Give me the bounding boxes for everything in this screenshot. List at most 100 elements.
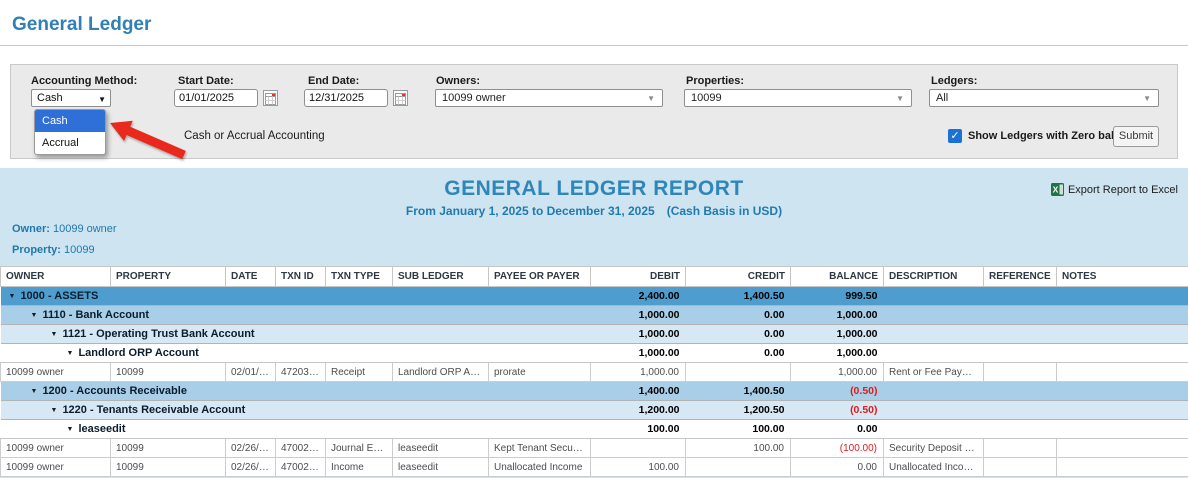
column-header-notes: NOTES bbox=[1057, 267, 1188, 287]
cell-txn_id: 47002285 bbox=[276, 458, 326, 477]
chevron-down-icon: ▼ bbox=[896, 91, 904, 107]
cell-balance: (100.00) bbox=[791, 439, 884, 458]
group-debit: 1,000.00 bbox=[591, 306, 686, 325]
group-trailing-cells bbox=[884, 287, 1188, 306]
properties-value: 10099 bbox=[691, 92, 722, 104]
property-value: 10099 bbox=[64, 244, 95, 256]
column-header-reference: REFERENCE bbox=[984, 267, 1057, 287]
group-trailing-cells bbox=[884, 420, 1188, 439]
report-basis: (Cash Basis in USD) bbox=[667, 204, 782, 218]
cell-notes bbox=[1057, 458, 1188, 477]
cell-credit bbox=[686, 363, 791, 382]
group-credit: 1,200.50 bbox=[686, 401, 791, 420]
submit-button[interactable]: Submit bbox=[1113, 126, 1159, 147]
cell-owner: 10099 owner bbox=[1, 363, 111, 382]
end-date-label: End Date: bbox=[308, 75, 359, 87]
group-label: 1110 - Bank Account bbox=[42, 309, 149, 321]
page-title: General Ledger bbox=[12, 14, 151, 36]
collapse-triangle-icon[interactable]: ▼ bbox=[31, 312, 38, 319]
group-debit: 1,000.00 bbox=[591, 325, 686, 344]
zero-balance-checkbox[interactable]: ✓ bbox=[948, 129, 962, 143]
end-date-calendar-icon[interactable] bbox=[393, 90, 408, 106]
detail-row: 10099 owner1009902/26/202547002285Income… bbox=[1, 458, 1188, 477]
ledgers-combobox[interactable]: All ▼ bbox=[929, 89, 1159, 107]
dropdown-option-accrual[interactable]: Accrual bbox=[35, 132, 105, 154]
collapse-triangle-icon[interactable]: ▼ bbox=[9, 293, 16, 300]
accounting-method-dropdown: Cash Accrual bbox=[34, 109, 106, 155]
cell-balance: 1,000.00 bbox=[791, 363, 884, 382]
cell-payee: Kept Tenant Security De… bbox=[489, 439, 591, 458]
group-balance: (0.50) bbox=[791, 382, 884, 401]
ledger-table: OWNERPROPERTYDATETXN IDTXN TYPESUB LEDGE… bbox=[0, 266, 1188, 477]
collapse-triangle-icon[interactable]: ▼ bbox=[31, 388, 38, 395]
cell-sub_ledger: leaseedit bbox=[393, 439, 489, 458]
group-balance: 1,000.00 bbox=[791, 344, 884, 363]
cell-description: Unallocated Income a… bbox=[884, 458, 984, 477]
cell-reference bbox=[984, 363, 1057, 382]
collapse-triangle-icon[interactable]: ▼ bbox=[51, 331, 58, 338]
collapse-triangle-icon[interactable]: ▼ bbox=[51, 407, 58, 414]
group-balance: 1,000.00 bbox=[791, 306, 884, 325]
chevron-down-icon: ▼ bbox=[647, 91, 655, 107]
accounting-method-select[interactable]: Cash ▼ bbox=[31, 89, 111, 107]
detail-row: 10099 owner1009902/26/202547002285Journa… bbox=[1, 439, 1188, 458]
column-header-credit: CREDIT bbox=[686, 267, 791, 287]
property-line: Property: 10099 bbox=[12, 244, 95, 256]
collapse-triangle-icon[interactable]: ▼ bbox=[67, 350, 74, 357]
group-balance: (0.50) bbox=[791, 401, 884, 420]
group-row: ▼Landlord ORP Account1,000.000.001,000.0… bbox=[1, 344, 1188, 363]
cell-reference bbox=[984, 458, 1057, 477]
group-row: ▼ 1110 - Bank Account 1,000.000.001,000.00 bbox=[1, 306, 1188, 325]
group-label: 1220 - Tenants Receivable Account bbox=[62, 404, 245, 416]
owner-label: Owner: bbox=[12, 223, 50, 235]
properties-combobox[interactable]: 10099 ▼ bbox=[684, 89, 912, 107]
detail-row: 10099 owner1009902/01/202547203646Receip… bbox=[1, 363, 1188, 382]
cell-debit: 1,000.00 bbox=[591, 363, 686, 382]
owner-line: Owner: 10099 owner bbox=[12, 223, 117, 235]
cell-description: Security Deposit Forf… bbox=[884, 439, 984, 458]
cell-credit bbox=[686, 458, 791, 477]
cell-debit bbox=[591, 439, 686, 458]
cell-debit: 100.00 bbox=[591, 458, 686, 477]
column-header-payee-or-payer: PAYEE OR PAYER bbox=[489, 267, 591, 287]
owner-value: 10099 owner bbox=[53, 223, 117, 235]
end-date-input[interactable] bbox=[304, 89, 388, 107]
column-header-description: DESCRIPTION bbox=[884, 267, 984, 287]
column-header-txn-type: TXN TYPE bbox=[326, 267, 393, 287]
owners-combobox[interactable]: 10099 owner ▼ bbox=[435, 89, 663, 107]
annotation-arrow-icon bbox=[106, 115, 188, 161]
group-row: ▼1200 - Accounts Receivable1,400.001,400… bbox=[1, 382, 1188, 401]
report-subtitle: From January 1, 2025 to December 31, 202… bbox=[0, 204, 1188, 218]
group-trailing-cells bbox=[884, 325, 1188, 344]
annotation-text: Cash or Accrual Accounting bbox=[184, 130, 325, 142]
group-row: ▼1121 - Operating Trust Bank Account1,00… bbox=[1, 325, 1188, 344]
properties-label: Properties: bbox=[686, 75, 744, 87]
report-section: X Export Report to Excel GENERAL LEDGER … bbox=[0, 168, 1188, 478]
group-row: ▼ 1220 - Tenants Receivable Account 1,200.… bbox=[1, 401, 1188, 420]
group-debit: 2,400.00 bbox=[591, 287, 686, 306]
cell-txn_id: 47002285 bbox=[276, 439, 326, 458]
cell-date: 02/26/2025 bbox=[226, 458, 276, 477]
group-balance: 1,000.00 bbox=[791, 325, 884, 344]
ledgers-label: Ledgers: bbox=[931, 75, 977, 87]
group-trailing-cells bbox=[884, 401, 1188, 420]
group-debit: 1,000.00 bbox=[591, 344, 686, 363]
column-header-txn-id: TXN ID bbox=[276, 267, 326, 287]
column-header-balance: BALANCE bbox=[791, 267, 884, 287]
cell-property: 10099 bbox=[111, 458, 226, 477]
start-date-input[interactable] bbox=[174, 89, 258, 107]
ledger-table-body: ▼1000 - ASSETS2,400.001,400.50999.50▼111… bbox=[1, 287, 1188, 477]
report-title: GENERAL LEDGER REPORT bbox=[0, 177, 1188, 201]
cell-owner: 10099 owner bbox=[1, 439, 111, 458]
chevron-down-icon: ▼ bbox=[1143, 91, 1151, 107]
cell-credit: 100.00 bbox=[686, 439, 791, 458]
filter-panel: Accounting Method: Cash ▼ Cash Accrual C… bbox=[10, 64, 1178, 159]
title-divider bbox=[0, 45, 1188, 46]
cell-txn_type: Journal Entry bbox=[326, 439, 393, 458]
dropdown-option-cash[interactable]: Cash bbox=[35, 110, 105, 132]
collapse-triangle-icon[interactable]: ▼ bbox=[67, 426, 74, 433]
group-credit: 0.00 bbox=[686, 306, 791, 325]
start-date-calendar-icon[interactable] bbox=[263, 90, 278, 106]
group-trailing-cells bbox=[884, 344, 1188, 363]
group-balance: 999.50 bbox=[791, 287, 884, 306]
